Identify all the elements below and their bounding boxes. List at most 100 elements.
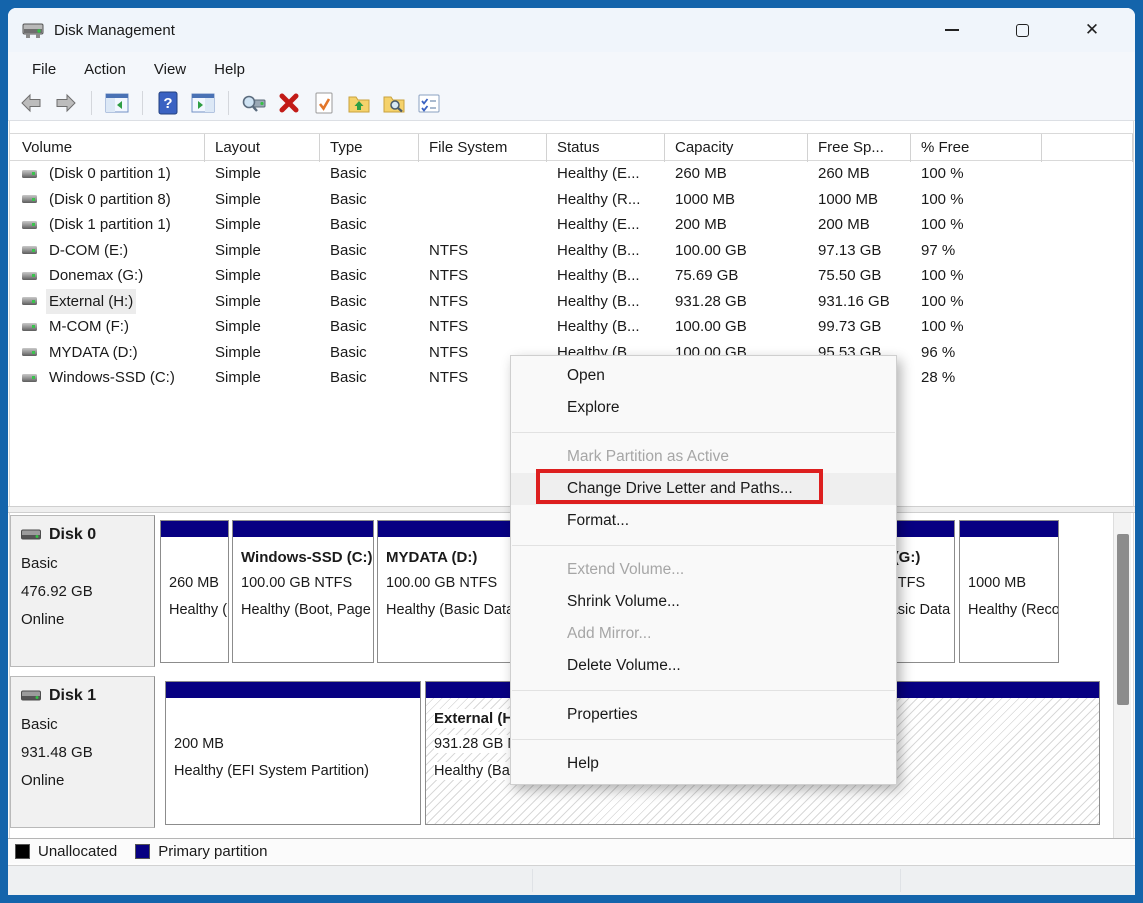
- menu-item-properties[interactable]: Properties: [511, 699, 896, 731]
- action-pane-icon[interactable]: [190, 90, 216, 116]
- partition-disk0-recovery[interactable]: 1000 MBHealthy (Recovery Partition): [959, 520, 1059, 663]
- disk1-info-panel[interactable]: Disk 1 Basic 931.48 GB Online: [10, 676, 155, 828]
- col-header-blank: [1042, 134, 1133, 162]
- statusbar-divider: [900, 869, 901, 892]
- menu-item-explore[interactable]: Explore: [511, 392, 896, 424]
- disk0-size: 476.92 GB: [21, 578, 144, 606]
- maximize-icon: [1016, 24, 1029, 37]
- delete-icon[interactable]: [276, 90, 302, 116]
- table-row[interactable]: Donemax (G:) Simple Basic NTFS Healthy (…: [10, 263, 1133, 289]
- vertical-scrollbar[interactable]: [1113, 513, 1131, 838]
- maximize-button[interactable]: [987, 8, 1057, 52]
- menu-separator: [512, 739, 895, 740]
- volume-table-header: Volume Layout Type File System Status Ca…: [10, 133, 1133, 161]
- menu-item-open[interactable]: Open: [511, 360, 896, 392]
- legend-bar: Unallocated Primary partition: [8, 838, 1135, 863]
- partition-header-bar: [161, 521, 228, 537]
- volume-disk-icon: [22, 323, 37, 331]
- console-tree-icon[interactable]: [104, 90, 130, 116]
- volume-name: Windows-SSD (C:): [46, 365, 178, 391]
- volume-disk-icon: [22, 221, 37, 229]
- menu-item-add-mirror: Add Mirror...: [511, 618, 896, 650]
- col-header-volume[interactable]: Volume: [12, 134, 205, 162]
- help-icon[interactable]: ?: [155, 90, 181, 116]
- table-row-selected[interactable]: External (H:) Simple Basic NTFS Healthy …: [10, 289, 1133, 315]
- partition-mydata[interactable]: MYDATA (D:)100.00 GB NTFSHealthy (Basic …: [377, 520, 518, 663]
- legend-unallocated: Unallocated: [38, 843, 117, 860]
- disk-icon: [21, 529, 41, 541]
- table-row[interactable]: (Disk 1 partition 1) Simple Basic Health…: [10, 212, 1133, 238]
- menu-separator: [512, 545, 895, 546]
- volume-name: Donemax (G:): [46, 263, 146, 289]
- table-row[interactable]: (Disk 0 partition 8) Simple Basic Health…: [10, 187, 1133, 213]
- toolbar: ?: [8, 86, 1135, 121]
- volume-disk-icon: [22, 272, 37, 280]
- volume-name: External (H:): [46, 289, 136, 315]
- statusbar-divider: [532, 869, 533, 892]
- partition-disk1-efi[interactable]: 200 MBHealthy (EFI System Partition): [165, 681, 421, 825]
- disk0-type: Basic: [21, 550, 144, 578]
- table-row[interactable]: (Disk 0 partition 1) Simple Basic Health…: [10, 161, 1133, 187]
- volume-name: (Disk 0 partition 8): [46, 187, 174, 213]
- table-row[interactable]: D-COM (E:) Simple Basic NTFS Healthy (B.…: [10, 238, 1133, 264]
- disk0-info-panel[interactable]: Disk 0 Basic 476.92 GB Online: [10, 515, 155, 667]
- close-icon: [1085, 20, 1099, 40]
- minimize-button[interactable]: [917, 8, 987, 52]
- volume-name: M-COM (F:): [46, 314, 132, 340]
- col-header-free-space[interactable]: Free Sp...: [808, 134, 911, 162]
- menu-item-help[interactable]: Help: [511, 748, 896, 780]
- volume-name: (Disk 0 partition 1): [46, 161, 174, 187]
- menu-item-extend-volume: Extend Volume...: [511, 554, 896, 586]
- menu-view[interactable]: View: [140, 57, 200, 82]
- menu-separator: [512, 432, 895, 433]
- menu-file[interactable]: File: [18, 57, 70, 82]
- disk1-size: 931.48 GB: [21, 739, 144, 767]
- col-header-layout[interactable]: Layout: [205, 134, 320, 162]
- menu-help[interactable]: Help: [200, 57, 259, 82]
- partition-header-bar: [166, 682, 420, 698]
- volume-name: D-COM (E:): [46, 238, 131, 264]
- window-title: Disk Management: [54, 22, 175, 39]
- col-header-pct-free[interactable]: % Free: [911, 134, 1042, 162]
- disk-icon: [21, 690, 41, 702]
- page-check-icon[interactable]: [311, 90, 337, 116]
- annotation-highlight-box: [536, 469, 823, 504]
- col-header-status[interactable]: Status: [547, 134, 665, 162]
- volume-disk-icon: [22, 246, 37, 254]
- status-bar: [8, 865, 1135, 895]
- col-header-capacity[interactable]: Capacity: [665, 134, 808, 162]
- menu-action[interactable]: Action: [70, 57, 140, 82]
- legend-primary-partition: Primary partition: [158, 843, 267, 860]
- menu-separator: [512, 690, 895, 691]
- close-button[interactable]: [1057, 8, 1127, 52]
- table-row[interactable]: M-COM (F:) Simple Basic NTFS Healthy (B.…: [10, 314, 1133, 340]
- scrollbar-thumb[interactable]: [1117, 534, 1129, 705]
- rescan-disks-icon[interactable]: [241, 90, 267, 116]
- toolbar-separator: [228, 91, 229, 115]
- primary-partition-swatch: [135, 844, 150, 859]
- disk-drive-icon: [22, 20, 44, 40]
- partition-windows-ssd[interactable]: Windows-SSD (C:)100.00 GB NTFSHealthy (B…: [232, 520, 374, 663]
- volume-context-menu: Open Explore Mark Partition as Active Ch…: [510, 355, 897, 785]
- svg-text:?: ?: [163, 95, 172, 112]
- col-header-type[interactable]: Type: [320, 134, 419, 162]
- volume-disk-icon: [22, 348, 37, 356]
- toolbar-separator: [142, 91, 143, 115]
- checklist-icon[interactable]: [416, 90, 442, 116]
- disk1-status: Online: [21, 767, 144, 795]
- menu-item-format[interactable]: Format...: [511, 505, 896, 537]
- disk0-name: Disk 0: [49, 526, 96, 544]
- menu-item-delete-volume[interactable]: Delete Volume...: [511, 650, 896, 682]
- folder-up-icon[interactable]: [346, 90, 372, 116]
- volume-disk-icon: [22, 170, 37, 178]
- menu-item-shrink-volume[interactable]: Shrink Volume...: [511, 586, 896, 618]
- partition-disk0-efi[interactable]: 260 MBHealthy (EFI System Partition): [160, 520, 229, 663]
- folder-search-icon[interactable]: [381, 90, 407, 116]
- back-icon[interactable]: [18, 90, 44, 116]
- disk0-status: Online: [21, 606, 144, 634]
- partition-header-bar: [960, 521, 1058, 537]
- col-header-file-system[interactable]: File System: [419, 134, 547, 162]
- forward-icon[interactable]: [53, 90, 79, 116]
- volume-disk-icon: [22, 297, 37, 305]
- partition-header-bar: [378, 521, 517, 537]
